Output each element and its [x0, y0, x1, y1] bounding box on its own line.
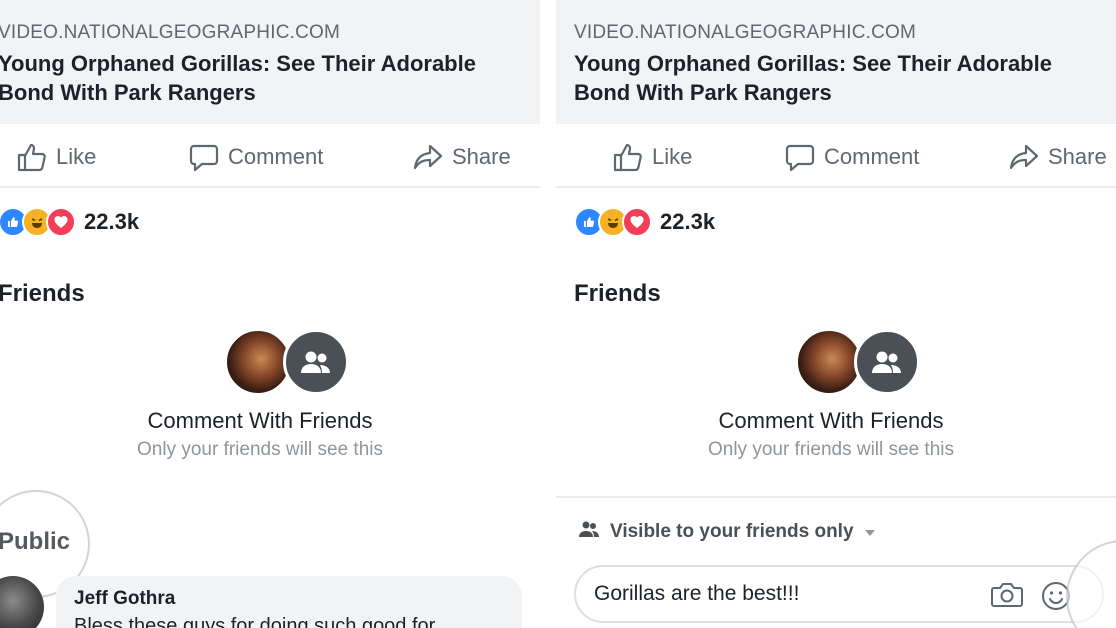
friends-icon [578, 520, 600, 544]
reaction-summary[interactable]: 22.3k [0, 206, 139, 238]
link-preview[interactable]: VIDEO.NATIONALGEOGRAPHIC.COM Young Orpha… [556, 0, 1116, 124]
reaction-summary[interactable]: 22.3k [574, 206, 715, 238]
left-panel: VIDEO.NATIONALGEOGRAPHIC.COM Young Orpha… [0, 0, 540, 628]
link-title[interactable]: Young Orphaned Gorillas: See Their Adora… [0, 49, 538, 107]
comment-button[interactable]: Comment [784, 140, 919, 174]
share-arrow-icon [412, 141, 444, 173]
speech-bubble-icon [188, 141, 220, 173]
like-button[interactable]: Like [16, 140, 96, 174]
comment-with-friends-title[interactable]: Comment With Friends [0, 408, 540, 434]
audience-label: Visible to your friends only [610, 521, 854, 542]
like-button[interactable]: Like [612, 140, 692, 174]
link-title[interactable]: Young Orphaned Gorillas: See Their Adora… [574, 49, 1114, 107]
comment-author[interactable]: Jeff Gothra [74, 588, 175, 610]
love-reaction-icon [622, 207, 652, 237]
right-panel: VIDEO.NATIONALGEOGRAPHIC.COM Young Orpha… [556, 0, 1116, 628]
like-label: Like [56, 144, 97, 169]
group-friends-icon [854, 329, 920, 395]
action-bar: Like Comment Share [556, 128, 1116, 188]
group-friends-icon [283, 329, 349, 395]
speech-bubble-icon [784, 141, 816, 173]
panel-divider [548, 0, 556, 628]
link-preview[interactable]: VIDEO.NATIONALGEOGRAPHIC.COM Young Orpha… [0, 0, 540, 124]
comment-input[interactable]: Gorillas are the best!!! [594, 582, 799, 606]
caret-down-icon [864, 521, 876, 543]
like-label: Like [652, 144, 693, 169]
comment-button[interactable]: Comment [188, 140, 323, 174]
user-avatar [225, 329, 291, 395]
share-button[interactable]: Share [412, 140, 511, 174]
thumbs-up-icon [16, 141, 48, 173]
comment-composer[interactable]: Gorillas are the best!!! [574, 565, 1104, 623]
user-avatar [796, 329, 862, 395]
comment-with-friends-title[interactable]: Comment With Friends [556, 408, 1111, 434]
reaction-count: 22.3k [660, 209, 716, 234]
section-divider [556, 496, 1116, 498]
audience-selector[interactable]: Visible to your friends only [578, 520, 876, 544]
thumbs-up-icon [612, 141, 644, 173]
comment-with-friends-avatars[interactable] [225, 329, 355, 395]
comment-with-friends-avatars[interactable] [796, 329, 926, 395]
love-reaction-icon [46, 207, 76, 237]
action-bar: Like Comment Share [0, 128, 540, 188]
comment-bubble[interactable]: Jeff Gothra Bless these guys for doing s… [56, 576, 522, 628]
comment-label: Comment [228, 144, 324, 169]
share-label: Share [452, 144, 511, 169]
comment-with-friends-subtitle: Only your friends will see this [707, 439, 955, 460]
friends-section-title: Friends [574, 280, 661, 307]
share-button[interactable]: Share [1008, 140, 1107, 174]
comment-label: Comment [824, 144, 920, 169]
camera-icon[interactable] [990, 580, 1024, 615]
reaction-count: 22.3k [84, 209, 140, 234]
link-domain: VIDEO.NATIONALGEOGRAPHIC.COM [574, 22, 917, 43]
comment-text: Bless these guys for doing such good for [74, 615, 436, 628]
share-label: Share [1048, 144, 1107, 169]
link-domain: VIDEO.NATIONALGEOGRAPHIC.COM [0, 22, 341, 43]
friends-section-title: Friends [0, 280, 85, 307]
share-arrow-icon [1008, 141, 1040, 173]
comment-with-friends-subtitle: Only your friends will see this [136, 439, 384, 460]
send-touch-indicator[interactable] [1066, 540, 1116, 628]
